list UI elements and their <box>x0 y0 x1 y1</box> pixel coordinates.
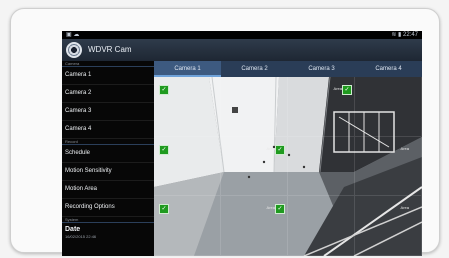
grid-cell[interactable] <box>221 77 288 137</box>
app-title: WDVR Cam <box>88 45 132 54</box>
action-bar: WDVR Cam <box>62 39 422 61</box>
sidebar-item-camera-3[interactable]: Camera 3 <box>62 103 154 121</box>
grid-cell[interactable]: Area <box>355 136 422 197</box>
check-icon[interactable]: ✓ <box>275 204 285 215</box>
sidebar: Camera Camera 1 Camera 2 Camera 3 Camera… <box>62 61 154 256</box>
date-title: Date <box>65 226 81 233</box>
sidebar-item-motion-area[interactable]: Motion Area <box>62 181 154 199</box>
check-icon[interactable]: ✓ <box>159 204 169 215</box>
grid-cell[interactable]: Area ✓ <box>221 196 288 256</box>
status-bar: ▣ ☁ ≋ ▮ 22:47 <box>62 31 422 39</box>
sidebar-item-date[interactable]: Date 16/02/2015 22:46 <box>62 223 154 240</box>
sidebar-item-camera-2[interactable]: Camera 2 <box>62 85 154 103</box>
date-value: 16/02/2015 22:46 <box>65 234 97 239</box>
camera-tabs: Camera 1 Camera 2 Camera 3 Camera 4 <box>154 61 422 77</box>
area-label: Area <box>333 86 342 91</box>
tab-camera-3[interactable]: Camera 3 <box>288 61 355 77</box>
check-icon[interactable]: ✓ <box>159 85 169 95</box>
check-icon[interactable]: ✓ <box>159 144 169 155</box>
camera-lens-icon <box>66 42 82 58</box>
sidebar-item-camera-4[interactable]: Camera 4 <box>62 121 154 139</box>
sidebar-item-recording-options[interactable]: Recording Options <box>62 199 154 217</box>
motion-area-grid: ✓ Area ✓ ✓ Area ✓ Area ✓ Area ✓ Area <box>154 77 422 256</box>
sidebar-item-motion-sensitivity[interactable]: Motion Sensitivity <box>62 163 154 181</box>
grid-cell[interactable]: ✓ <box>154 196 221 256</box>
check-icon[interactable]: ✓ <box>275 144 285 155</box>
area-label: Area <box>266 145 275 151</box>
area-label: Area <box>400 205 409 211</box>
status-clock: ≋ ▮ 22:47 <box>391 32 418 38</box>
tab-camera-4[interactable]: Camera 4 <box>355 61 422 77</box>
area-label: Area <box>400 145 409 151</box>
area-label: Area <box>266 205 275 211</box>
grid-cell[interactable]: ✓ <box>154 136 221 197</box>
tablet-frame: ▣ ☁ ≋ ▮ 22:47 WDVR Cam Camera Camera 1 C… <box>10 8 440 256</box>
grid-cell[interactable]: Area ✓ <box>221 136 288 197</box>
grid-cell[interactable]: Area ✓ <box>288 77 355 137</box>
sidebar-item-schedule[interactable]: Schedule <box>62 145 154 163</box>
device-screen: ▣ ☁ ≋ ▮ 22:47 WDVR Cam Camera Camera 1 C… <box>62 31 422 256</box>
grid-cell[interactable]: ✓ <box>154 77 221 137</box>
check-icon[interactable]: ✓ <box>342 85 352 95</box>
grid-cell[interactable]: Area <box>355 196 422 256</box>
status-icons: ▣ ☁ <box>66 32 80 38</box>
grid-cell[interactable] <box>288 136 355 197</box>
sidebar-item-camera-1[interactable]: Camera 1 <box>62 67 154 85</box>
grid-cell[interactable] <box>288 196 355 256</box>
camera-view: ✓ Area ✓ ✓ Area ✓ Area ✓ Area ✓ Area <box>154 77 422 256</box>
tab-camera-2[interactable]: Camera 2 <box>221 61 288 77</box>
grid-cell[interactable] <box>355 77 422 137</box>
tab-camera-1[interactable]: Camera 1 <box>154 61 221 77</box>
